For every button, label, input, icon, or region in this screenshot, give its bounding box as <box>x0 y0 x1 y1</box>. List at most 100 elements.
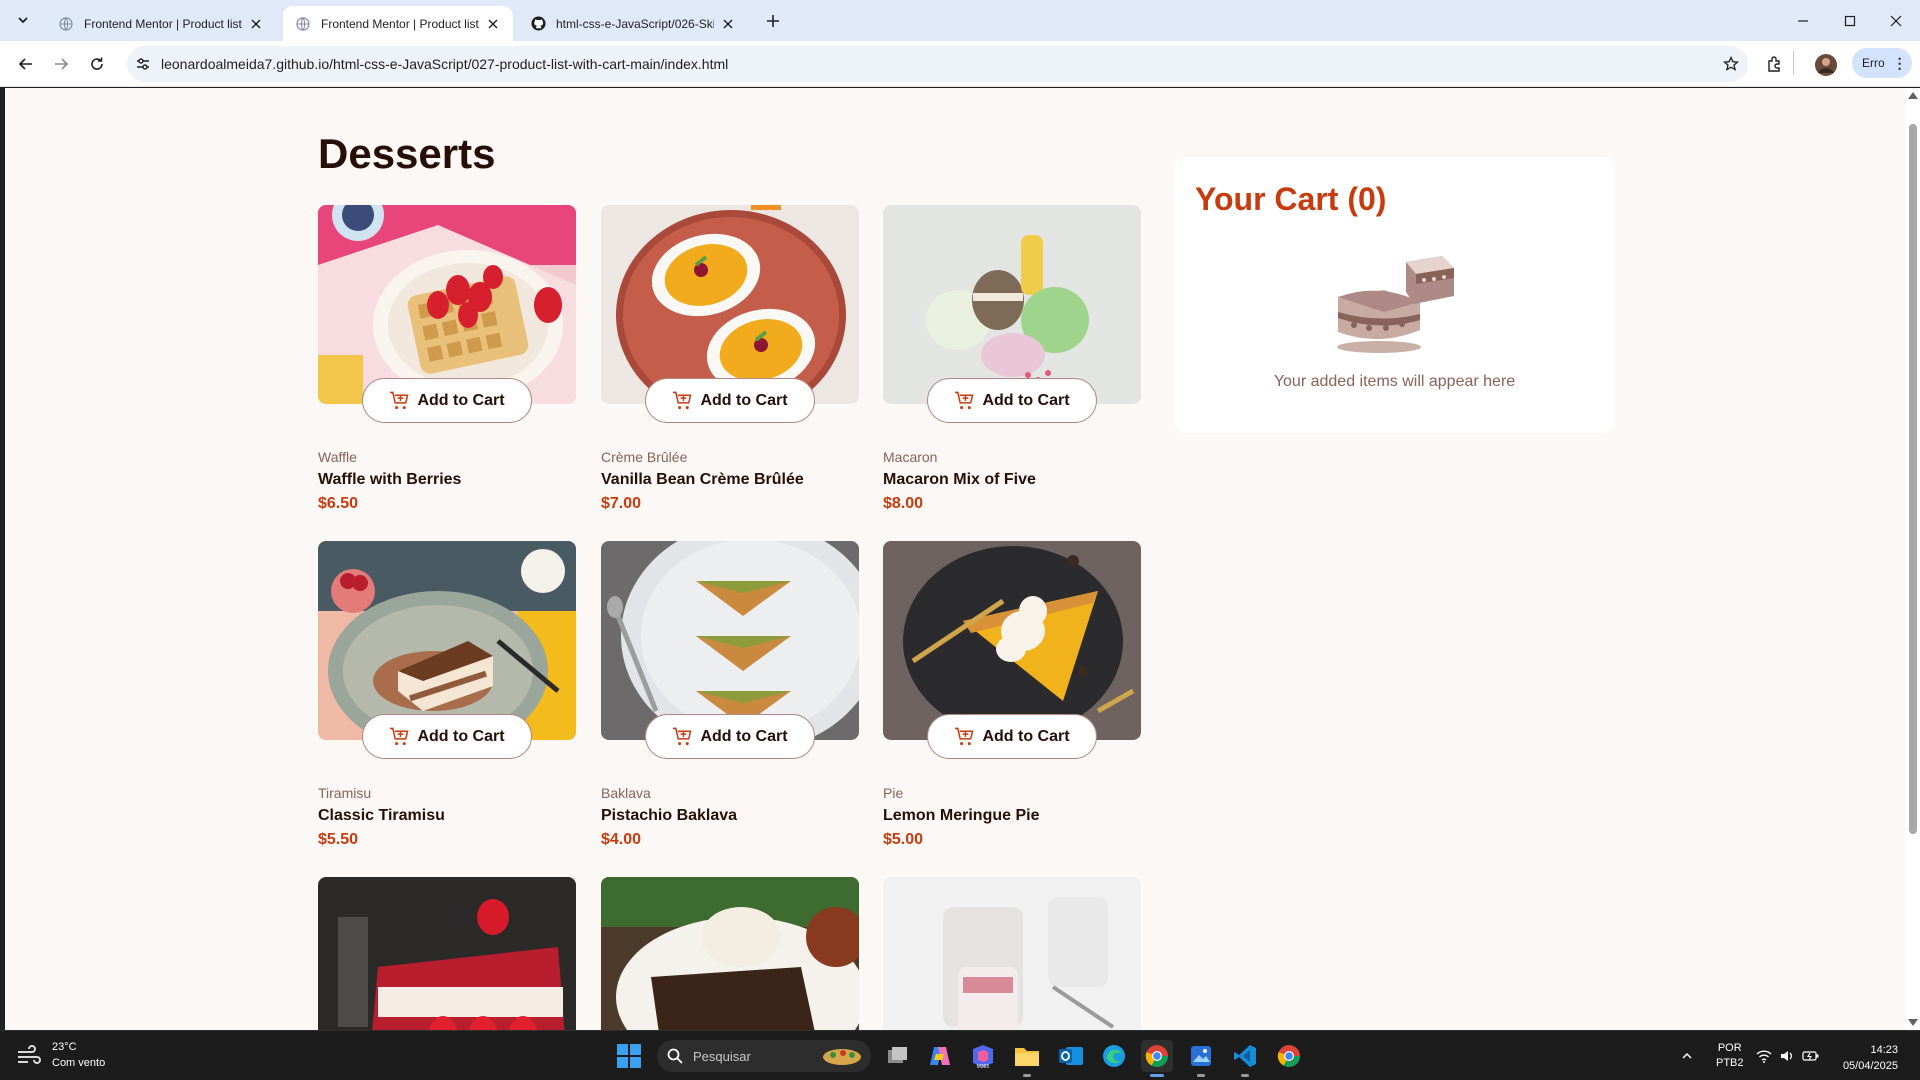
outlook-icon <box>1059 1047 1083 1065</box>
add-to-cart-icon <box>955 727 974 745</box>
m365-app[interactable]: M365 <box>967 1040 999 1072</box>
edge-icon <box>1103 1045 1125 1067</box>
product-card <box>318 877 576 1030</box>
globe-icon <box>58 16 74 32</box>
product-category: Pie <box>883 785 904 801</box>
chrome-icon <box>1277 1045 1300 1067</box>
search-placeholder: Pesquisar <box>693 1048 751 1064</box>
page-viewport: Desserts Add to Cart Waffle Waffle with … <box>5 88 1905 1030</box>
error-chip[interactable]: Erro ⋮ <box>1852 48 1912 78</box>
tab-search-button[interactable] <box>10 9 36 31</box>
add-to-cart-label: Add to Cart <box>982 727 1070 745</box>
close-tab-icon[interactable] <box>248 16 264 32</box>
add-to-cart-icon <box>390 727 409 745</box>
add-to-cart-icon <box>673 391 692 409</box>
address-bar[interactable]: leonardoalmeida7.github.io/html-css-e-Ja… <box>127 46 1748 82</box>
task-view-button[interactable] <box>882 1040 914 1072</box>
back-button[interactable] <box>11 49 41 79</box>
outlook-app[interactable] <box>1055 1040 1087 1072</box>
copilot-app[interactable] <box>924 1040 956 1072</box>
new-tab-button[interactable] <box>760 9 786 33</box>
close-tab-icon[interactable] <box>485 16 501 32</box>
tab-github[interactable]: html-css-e-JavaScript/026-Skill <box>518 6 748 41</box>
tab-frontend-mentor-1[interactable]: Frontend Mentor | Product list wi <box>46 6 276 41</box>
close-icon <box>1890 15 1902 26</box>
forward-button[interactable] <box>46 49 76 79</box>
svg-text:M365: M365 <box>977 1064 990 1069</box>
clock[interactable]: 14:23 05/04/2025 <box>1838 1042 1898 1074</box>
close-tab-icon[interactable] <box>720 16 736 32</box>
product-name: Vanilla Bean Crème Brûlée <box>601 471 804 488</box>
minimize-button[interactable] <box>1780 0 1826 41</box>
cart-panel: Your Cart (0) Your added items will appe… <box>1174 157 1615 433</box>
vscode-app[interactable] <box>1229 1040 1261 1077</box>
puzzle-icon <box>1768 56 1780 72</box>
product-name: Pistachio Baklava <box>601 807 738 824</box>
tab-title: Frontend Mentor | Product list wi <box>84 16 242 31</box>
add-to-cart-label: Add to Cart <box>700 727 788 745</box>
windows-logo-icon <box>617 1044 641 1068</box>
add-to-cart-button[interactable]: Add to Cart <box>362 714 532 759</box>
weather-widget[interactable]: 23°C Com vento <box>16 1039 105 1071</box>
toolbar-divider <box>1793 51 1794 75</box>
chevron-down-icon <box>18 17 28 24</box>
add-to-cart-button[interactable]: Add to Cart <box>927 714 1097 759</box>
extensions-button[interactable] <box>1760 49 1790 79</box>
input-language[interactable]: POR PTB2 <box>1716 1031 1744 1080</box>
reload-icon <box>91 57 103 70</box>
file-explorer-app[interactable] <box>1011 1040 1043 1077</box>
close-window-button[interactable] <box>1873 0 1919 41</box>
avatar <box>1815 54 1837 76</box>
system-tray-icons[interactable] <box>1756 1031 1820 1080</box>
scroll-up-arrow-icon[interactable] <box>1908 92 1918 99</box>
add-to-cart-button[interactable]: Add to Cart <box>645 714 815 759</box>
add-to-cart-button[interactable]: Add to Cart <box>645 378 815 423</box>
product-image-creme-brulee <box>601 205 859 404</box>
photos-icon <box>1191 1046 1211 1066</box>
m365-icon: M365 <box>973 1045 993 1069</box>
search-highlight-icon <box>823 1049 861 1065</box>
show-hidden-icons-button[interactable] <box>1681 1031 1693 1080</box>
vertical-scrollbar[interactable] <box>1905 88 1920 1030</box>
clock-time: 14:23 <box>1870 1044 1898 1056</box>
more-menu-icon: ⋮ <box>1892 54 1907 71</box>
tab-title: Frontend Mentor | Product list wi <box>321 16 479 31</box>
arrow-right-icon <box>55 58 69 70</box>
tab-frontend-mentor-2[interactable]: Frontend Mentor | Product list wi <box>283 6 513 41</box>
product-card <box>883 877 1141 1030</box>
scrollbar-thumb[interactable] <box>1909 124 1917 834</box>
chrome-app-2[interactable] <box>1273 1040 1305 1072</box>
wifi-icon <box>1756 1050 1772 1063</box>
product-image-waffle <box>318 205 576 404</box>
edge-app[interactable] <box>1098 1040 1130 1072</box>
chrome-app[interactable] <box>1141 1040 1173 1077</box>
browser-toolbar: leonardoalmeida7.github.io/html-css-e-Ja… <box>0 41 1920 87</box>
product-category: Baklava <box>601 785 651 801</box>
start-button[interactable] <box>617 1044 641 1073</box>
search-icon <box>667 1048 683 1064</box>
product-category: Waffle <box>318 449 357 465</box>
chevron-up-icon <box>1682 1052 1692 1059</box>
page-title: Desserts <box>318 130 496 177</box>
maximize-button[interactable] <box>1827 0 1873 41</box>
add-to-cart-button[interactable]: Add to Cart <box>362 378 532 423</box>
keyboard-layout: PTB2 <box>1716 1057 1744 1069</box>
product-card: Add to Cart Baklava Pistachio Baklava $4… <box>601 541 859 848</box>
profile-avatar[interactable] <box>1815 54 1837 81</box>
arrow-left-icon <box>18 58 32 70</box>
photos-app[interactable] <box>1185 1040 1217 1077</box>
bookmark-star-icon[interactable] <box>1714 56 1748 72</box>
error-chip-label: Erro <box>1862 56 1885 70</box>
reload-button[interactable] <box>82 49 112 79</box>
product-image-brownie <box>601 877 859 1030</box>
scroll-down-arrow-icon[interactable] <box>1908 1019 1918 1026</box>
battery-icon <box>1802 1051 1819 1061</box>
add-to-cart-button[interactable]: Add to Cart <box>927 378 1097 423</box>
product-card: Add to Cart Tiramisu Classic Tiramisu $5… <box>318 541 576 848</box>
empty-cart-message: Your added items will appear here <box>1273 373 1516 390</box>
product-image-pie <box>883 541 1141 740</box>
site-info-icon[interactable] <box>133 56 153 72</box>
add-to-cart-label: Add to Cart <box>417 727 505 745</box>
taskbar-search[interactable]: Pesquisar <box>657 1040 871 1072</box>
running-indicator <box>1023 1074 1031 1077</box>
